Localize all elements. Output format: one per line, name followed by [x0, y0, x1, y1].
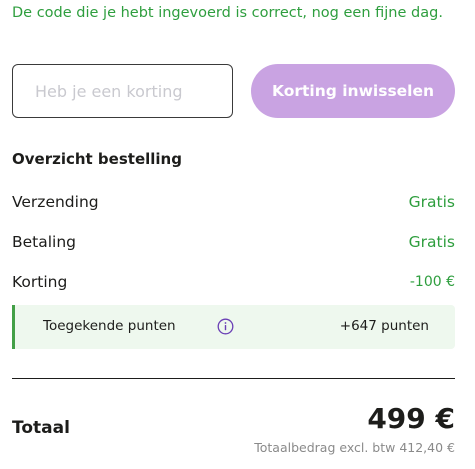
summary-row-payment: Betaling Gratis: [12, 231, 455, 253]
awarded-points-box: Toegekende punten +647 punten: [12, 305, 455, 349]
coupon-success-message: De code die je hebt ingevoerd is correct…: [12, 5, 443, 21]
shipping-label: Verzending: [12, 193, 99, 211]
info-icon[interactable]: [217, 318, 234, 335]
payment-value: Gratis: [408, 233, 455, 251]
summary-divider: [12, 378, 455, 379]
order-summary-title: Overzicht bestelling: [12, 150, 182, 168]
discount-label: Korting: [12, 273, 68, 291]
coupon-code-input[interactable]: [12, 64, 233, 118]
redeem-coupon-button[interactable]: Korting inwisselen: [251, 64, 455, 118]
total-excl-vat: Totaalbedrag excl. btw 412,40 €: [254, 440, 455, 455]
total-amount: 499 €: [367, 402, 455, 435]
discount-value: -100 €: [409, 274, 455, 290]
awarded-points-value: +647 punten: [339, 318, 429, 334]
shipping-value: Gratis: [408, 193, 455, 211]
summary-row-discount: Korting -100 €: [12, 271, 455, 293]
summary-row-shipping: Verzending Gratis: [12, 191, 455, 213]
awarded-points-label: Toegekende punten: [43, 318, 176, 334]
total-label: Totaal: [12, 418, 70, 438]
payment-label: Betaling: [12, 233, 77, 251]
